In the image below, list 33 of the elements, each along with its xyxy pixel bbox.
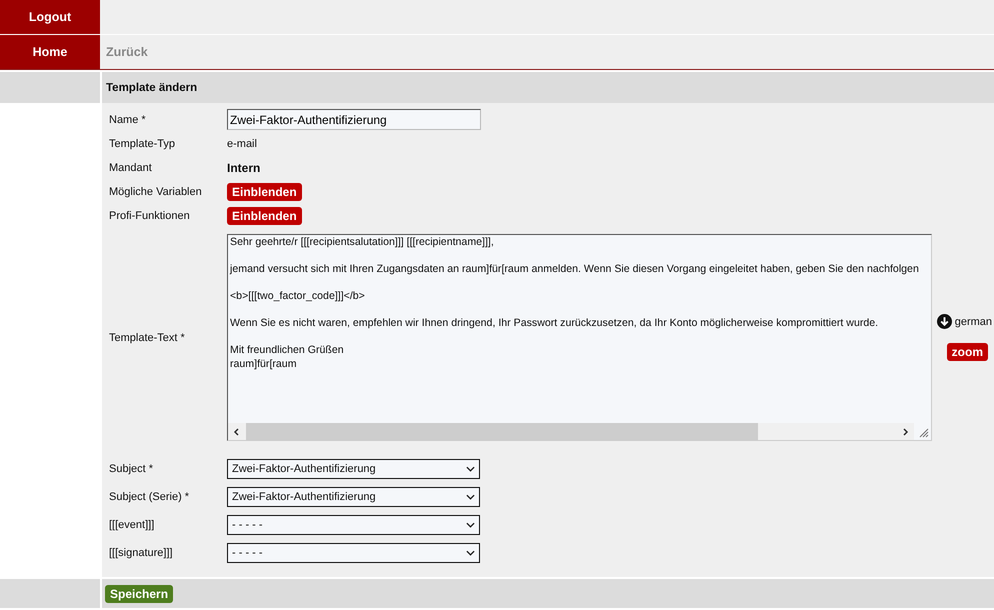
section-title: Template ändern xyxy=(106,82,198,94)
show-button[interactable]: Einblenden xyxy=(227,207,302,225)
template-textarea[interactable] xyxy=(227,234,932,441)
show-button[interactable]: Einblenden xyxy=(227,183,302,201)
chevron-down-icon xyxy=(466,466,475,472)
field-label: Template-Typ xyxy=(109,138,176,150)
field-label: Mandant xyxy=(109,162,153,174)
field-label: Profi-Funktionen xyxy=(109,210,191,222)
nav-button[interactable]: Home xyxy=(0,35,100,69)
resize-grip-icon[interactable] xyxy=(917,426,929,438)
template-text: Sehr geehrte/r [[[recipientsalutation]]] [[[recipientname]]], jemand versucht sich mit Ihren Zugangsdaten an raum]für[raum anmelden. Wenn Sie diesen Vorgang eingeleitet haben, geben Sie den nachfolgen <b>[[[two_factor_code]]]</b> Wenn Sie es nicht waren, empfehlen wir Ihnen dringend, Ihr Passwort zurückzusetzen, da Ihr Konto möglicherweise kompromittiert wurde. Mit freundlichen Grüßen raum]für[raum xyxy=(228,235,920,372)
field-label: [[[event]]] xyxy=(109,519,156,531)
chevron-down-icon xyxy=(466,494,475,500)
horizontal-scrollbar[interactable] xyxy=(228,423,914,440)
field-label: Mögliche Variablen xyxy=(109,186,203,198)
field-value: e-mail xyxy=(227,138,257,150)
select-dropdown[interactable]: - - - - - xyxy=(227,515,480,535)
chevron-down-icon xyxy=(466,522,475,528)
select-dropdown[interactable]: - - - - - xyxy=(227,543,480,563)
field-label: Template-Text * xyxy=(109,332,186,344)
field-label: Subject * xyxy=(109,463,154,475)
text-input[interactable]: Zwei-Faktor-Authentifizierung xyxy=(227,109,481,130)
nav-button[interactable]: Logout xyxy=(0,0,100,34)
field-label: Name * xyxy=(109,114,147,126)
field-label: [[[signature]]] xyxy=(109,547,174,559)
field-value: Intern xyxy=(227,161,260,175)
save-button[interactable]: Speichern xyxy=(105,584,174,602)
chevron-down-icon xyxy=(466,550,475,556)
select-dropdown[interactable]: Zwei-Faktor-Authentifizierung xyxy=(227,459,480,479)
field-label: Subject (Serie) * xyxy=(109,491,190,503)
language-label: german xyxy=(954,316,992,328)
zoom-button[interactable]: zoom xyxy=(946,343,988,361)
select-dropdown[interactable]: Zwei-Faktor-Authentifizierung xyxy=(227,487,480,507)
